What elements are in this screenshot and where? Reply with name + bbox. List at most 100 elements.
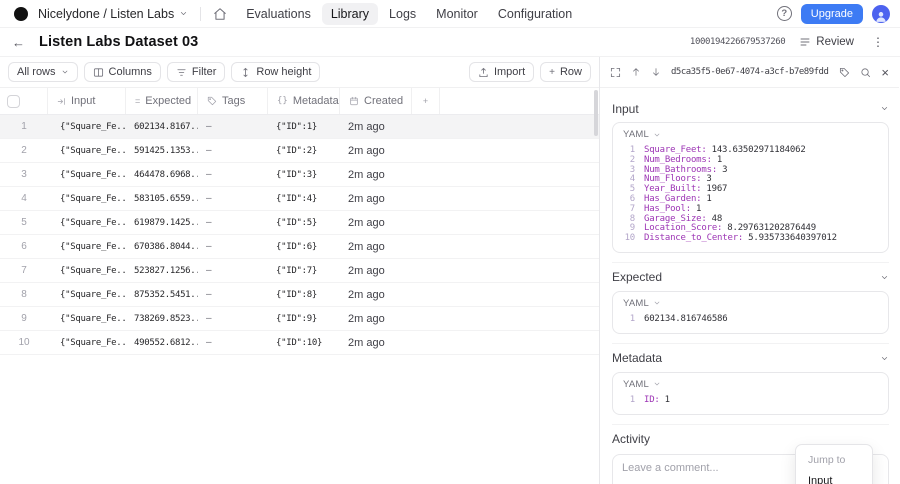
metadata-code[interactable]: 1 ID: 1 [613,393,888,414]
chevron-down-icon[interactable] [880,104,889,113]
review-button[interactable]: Review [799,36,854,48]
metadata-cell[interactable]: {"ID":4} [268,194,340,204]
input-cell[interactable]: {"Square_Fe... [48,242,126,252]
expected-cell[interactable]: 670386.8044... [126,242,198,252]
input-cell[interactable]: {"Square_Fe... [48,170,126,180]
input-code[interactable]: 1 Square_Feet: 143.63502971184062 2 Num_… [613,143,888,252]
add-row-button[interactable]: + Row [540,62,591,82]
upgrade-button[interactable]: Upgrade [800,3,863,24]
input-cell[interactable]: {"Square_Fe... [48,266,126,276]
tags-cell[interactable]: – [198,169,268,180]
close-panel-button[interactable]: × [881,65,889,80]
all-rows-filter-button[interactable]: All rows [8,62,78,82]
metadata-cell[interactable]: {"ID":8} [268,290,340,300]
tags-cell[interactable]: – [198,289,268,300]
expected-cell[interactable]: 619879.1425... [126,218,198,228]
tags-cell[interactable]: – [198,265,268,276]
table-row[interactable]: 9 {"Square_Fe... 738269.8523... – {"ID":… [0,307,599,331]
expected-cell[interactable]: 490552.6812... [126,338,198,348]
metadata-cell[interactable]: {"ID":2} [268,146,340,156]
column-header-created[interactable]: Created [340,88,412,114]
chevron-down-icon[interactable] [880,354,889,363]
metadata-cell[interactable]: {"ID":7} [268,266,340,276]
nav-tab[interactable]: Monitor [427,3,487,25]
expected-cell[interactable]: 602134.8167... [126,122,198,132]
column-header-tags[interactable]: Tags [198,88,268,114]
workspace-switcher[interactable]: Nicelydone / Listen Labs [38,7,174,21]
back-button[interactable]: ← [12,35,25,50]
expand-button[interactable] [610,67,621,78]
column-label: Metadata [292,95,339,107]
nav-tab[interactable]: Configuration [489,3,581,25]
table-row[interactable]: 7 {"Square_Fe... 523827.1256... – {"ID":… [0,259,599,283]
tags-cell[interactable]: – [198,313,268,324]
table-row[interactable]: 8 {"Square_Fe... 875352.5451... – {"ID":… [0,283,599,307]
nav-tab[interactable]: Logs [380,3,425,25]
expected-code[interactable]: 1 602134.816746586 [613,312,888,333]
columns-button[interactable]: Columns [83,62,161,82]
metadata-cell[interactable]: {"ID":6} [268,242,340,252]
metadata-cell[interactable]: {"ID":10} [268,338,340,348]
input-cell[interactable]: {"Square_Fe... [48,314,126,324]
format-select[interactable]: YAML [623,298,649,309]
input-cell[interactable]: {"Square_Fe... [48,146,126,156]
chevron-down-icon[interactable] [880,273,889,282]
metadata-cell[interactable]: {"ID":1} [268,122,340,132]
metadata-cell[interactable]: {"ID":9} [268,314,340,324]
tags-cell[interactable]: – [198,241,268,252]
avatar[interactable] [872,4,890,23]
expected-cell[interactable]: 464478.6968... [126,170,198,180]
tags-cell[interactable]: – [198,145,268,156]
tags-cell[interactable]: – [198,193,268,204]
column-header-input[interactable]: Input [48,88,126,114]
metadata-cell[interactable]: {"ID":5} [268,218,340,228]
table-row[interactable]: 4 {"Square_Fe... 583105.6559... – {"ID":… [0,187,599,211]
select-all-header[interactable] [0,88,48,114]
nav-tab[interactable]: Evaluations [237,3,320,25]
help-icon[interactable]: ? [776,6,792,21]
column-header-expected[interactable]: = Expected [126,88,198,114]
format-select[interactable]: YAML [623,379,649,390]
tags-cell[interactable]: – [198,217,268,228]
created-cell: 2m ago [348,216,385,229]
input-cell[interactable]: {"Square_Fe... [48,290,126,300]
expected-cell[interactable]: 591425.1353... [126,146,198,156]
table-scrollbar[interactable] [594,90,598,136]
checkbox-icon[interactable] [7,94,20,108]
input-cell[interactable]: {"Square_Fe... [48,122,126,132]
yaml-key: Distance_to_Center: [644,233,744,244]
table-row[interactable]: 10 {"Square_Fe... 490552.6812... – {"ID"… [0,331,599,355]
table-row[interactable]: 3 {"Square_Fe... 464478.6968... – {"ID":… [0,163,599,187]
table-row[interactable]: 1 {"Square_Fe... 602134.8167... – {"ID":… [0,115,599,139]
chevron-down-icon[interactable] [179,5,188,23]
filter-button[interactable]: Filter [166,62,226,82]
format-select[interactable]: YAML [623,129,649,140]
input-cell[interactable]: {"Square_Fe... [48,194,126,204]
input-cell[interactable]: {"Square_Fe... [48,338,126,348]
kebab-menu-icon[interactable]: ⋮ [868,35,888,49]
search-button[interactable] [860,67,871,78]
yaml-value: 5.935733640397012 [748,233,837,244]
table-row[interactable]: 5 {"Square_Fe... 619879.1425... – {"ID":… [0,211,599,235]
next-row-button[interactable] [651,67,661,77]
column-header-metadata[interactable]: {} Metadata [268,88,340,114]
nav-tab[interactable]: Library [321,2,379,25]
expected-cell[interactable]: 583105.6559... [126,194,198,204]
home-button[interactable] [213,7,227,21]
tag-button[interactable] [839,67,850,78]
topnav-right: ? Upgrade [776,3,890,24]
tags-cell[interactable]: – [198,337,268,348]
expected-cell[interactable]: 738269.8523... [126,314,198,324]
prev-row-button[interactable] [631,67,641,77]
row-height-button[interactable]: Row height [231,62,321,82]
expected-cell[interactable]: 875352.5451... [126,290,198,300]
import-button[interactable]: Import [468,62,535,82]
metadata-cell[interactable]: {"ID":3} [268,170,340,180]
table-row[interactable]: 6 {"Square_Fe... 670386.8044... – {"ID":… [0,235,599,259]
add-column-button[interactable]: + [412,88,440,114]
table-row[interactable]: 2 {"Square_Fe... 591425.1353... – {"ID":… [0,139,599,163]
tags-cell[interactable]: – [198,121,268,132]
menu-item[interactable]: Input [796,471,872,484]
input-cell[interactable]: {"Square_Fe... [48,218,126,228]
expected-cell[interactable]: 523827.1256... [126,266,198,276]
